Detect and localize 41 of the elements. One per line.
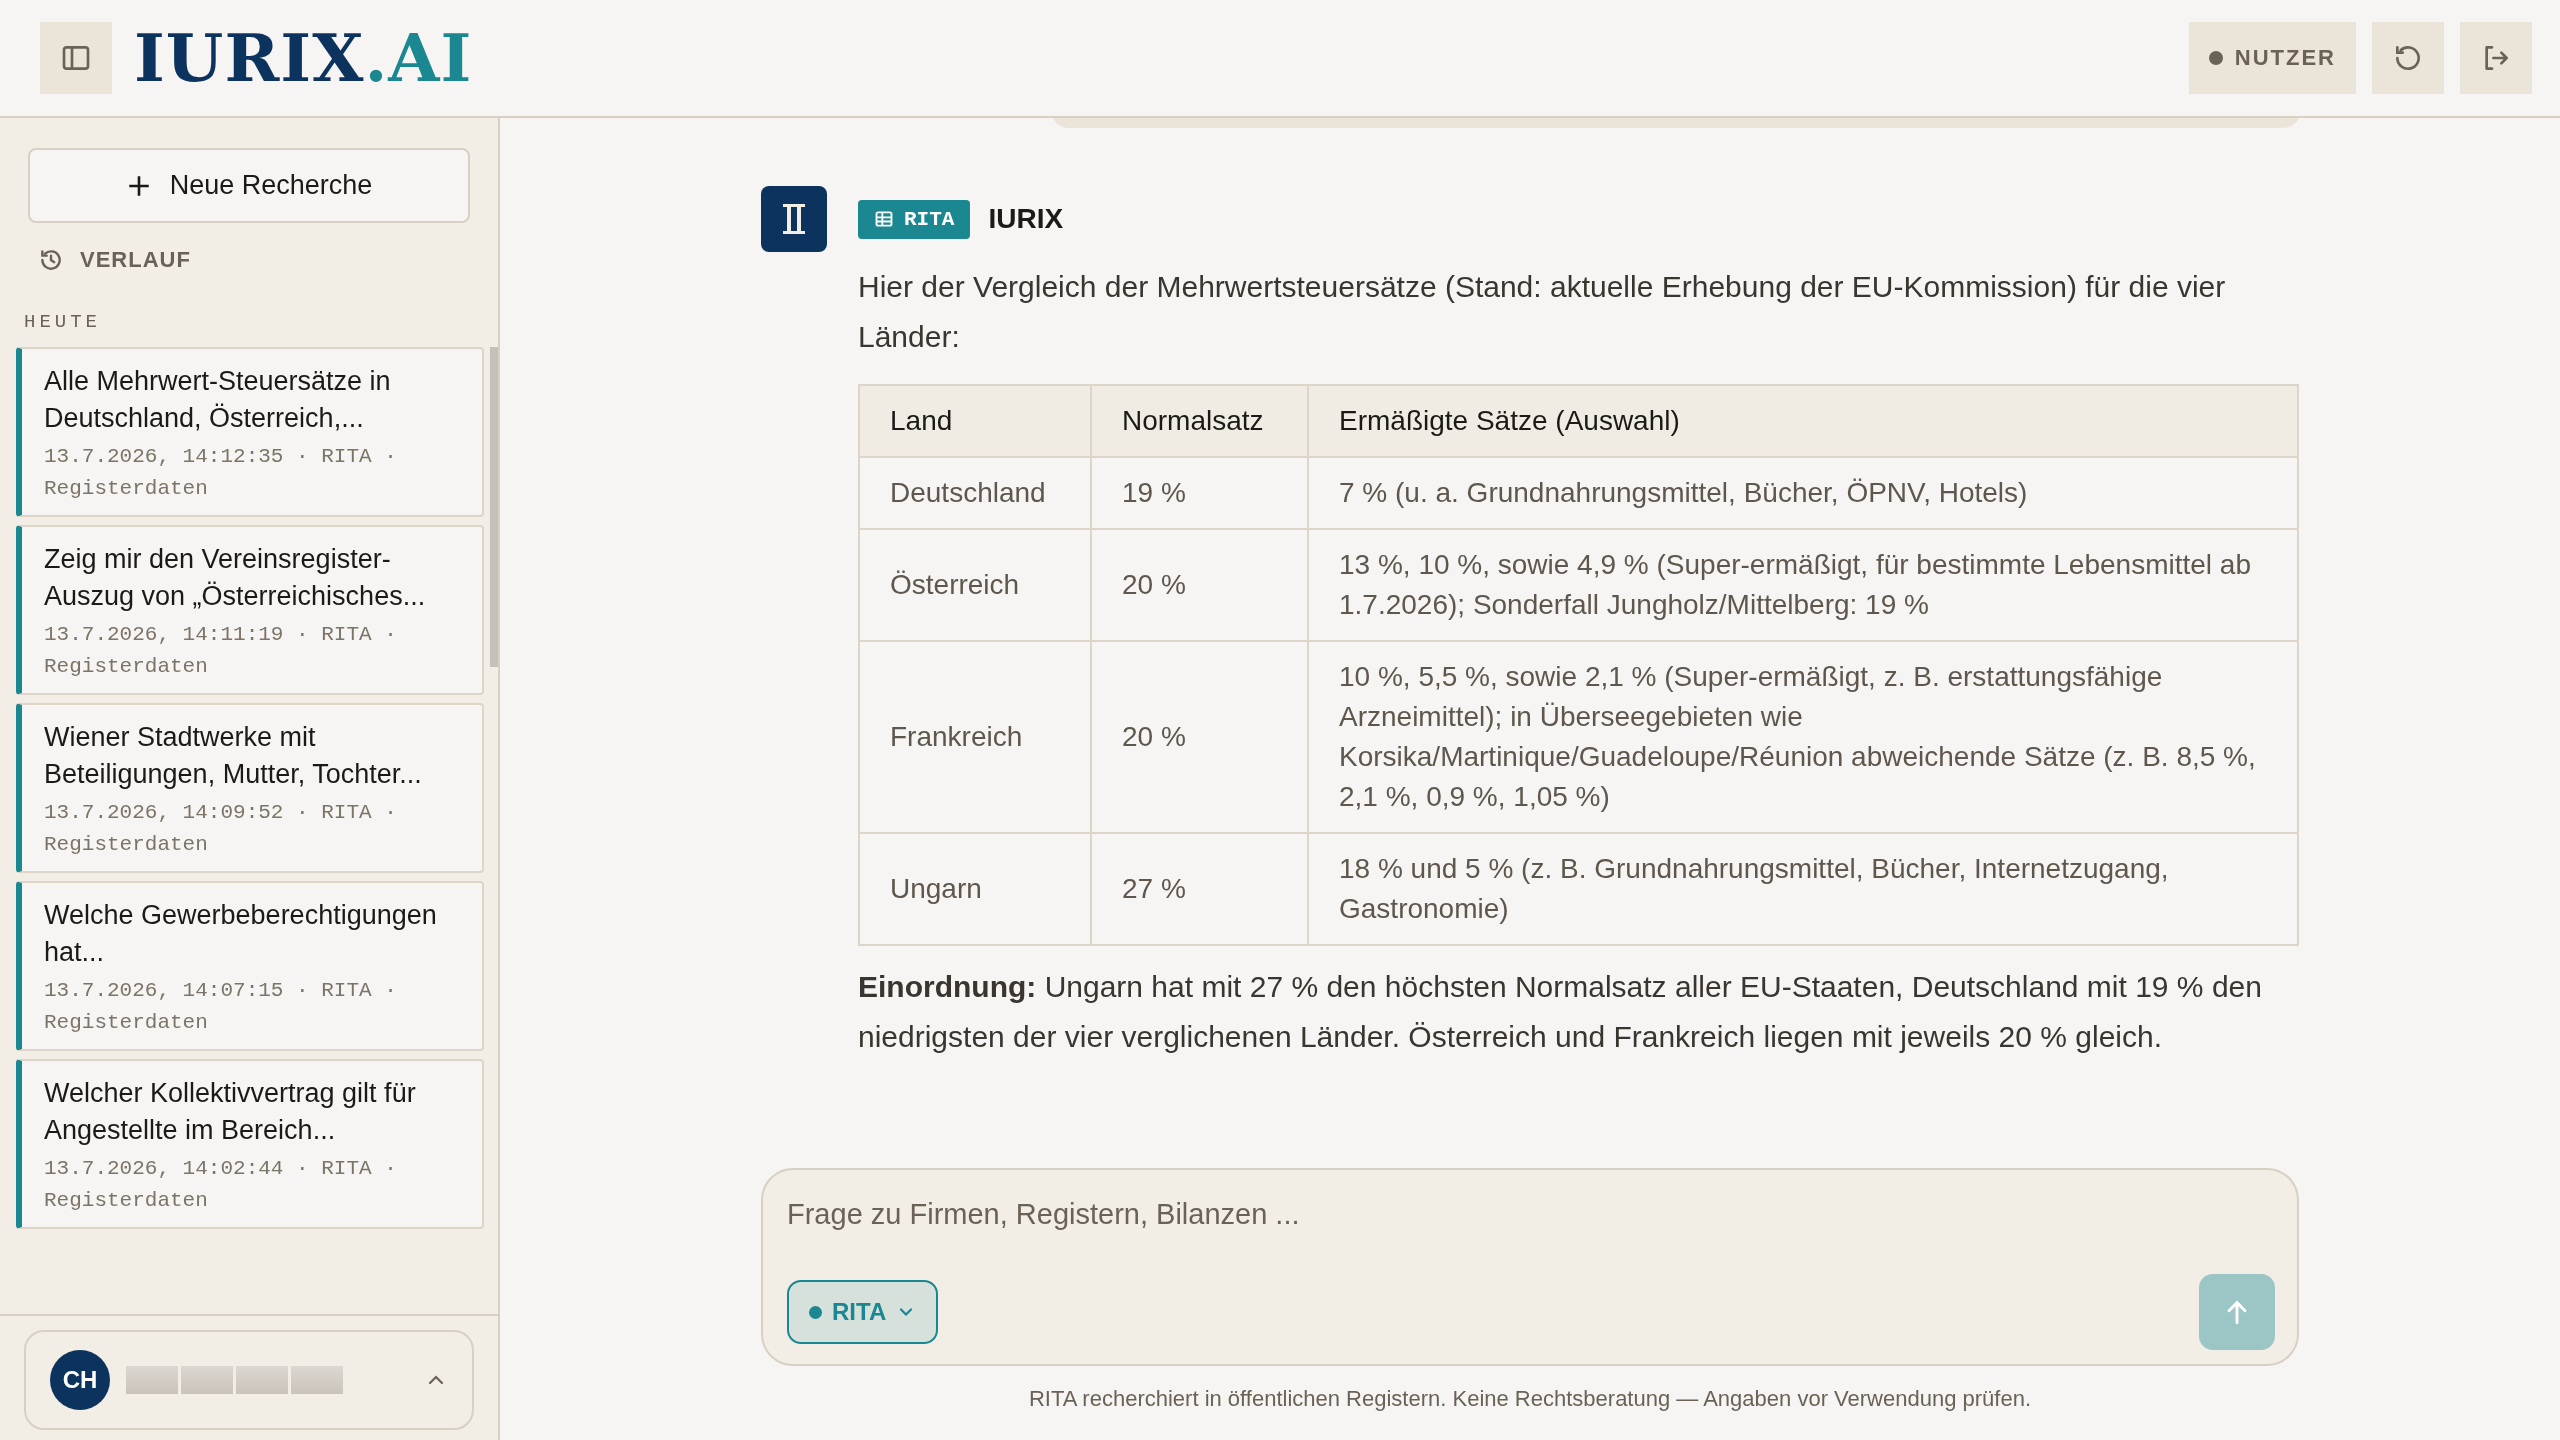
table-icon [874,209,894,229]
table-cell: Deutschland [859,457,1091,529]
group-label: HEUTE [24,311,102,333]
history-icon [38,247,64,273]
history-item[interactable]: Welche Gewerbeberechtigungen hat... 13.7.2026, 14:07:15 · RITA · Registerdaten [16,881,484,1051]
summary-text: Einordnung: Ungarn hat mit 27 % den höchsten Normalsatz aller EU-Staaten, Deutschland mit 19 % den niedrigsten der vier verglichenen Länder. Österreich und Frankreich liegen mit jeweils 20 % gleich. [858,969,2263,1055]
logo: IURIX.AI [134,25,473,91]
table-cell: 27 % [1091,833,1308,945]
disclaimer-text: RITA recherchiert in öffentlichen Registern. Keine Rechtsberatung — Angaben vor Verwendung prüfen. [1029,1385,2031,1413]
refresh-button[interactable] [2372,22,2444,94]
logout-button[interactable] [2460,22,2532,94]
column-header: Ermäßigte Sätze (Auswahl) [1308,385,2298,457]
column-header: Normalsatz [1091,385,1308,457]
table-cell: Österreich [859,529,1091,641]
message-text: Hier der Vergleich der Mehrwertsteuersätze (Stand: aktuelle Erhebung der EU-Kommission) für die vier Länder: [858,269,2227,355]
status-dot [2208,51,2223,65]
table-cell: 20 % [1091,529,1308,641]
table-cell: 10 %, 5,5 %, sowie 2,1 % (Super-ermäßigt, z. B. erstattungsfähige Arzneimittel); in Überseegebieten wie Korsika/Martinique/Guadeloupe/Réunion abweichende Sätze (z. B. 8,5 %, 2,1 %, 0,9 %, 1,05 %) [1308,641,2298,833]
sender-name: IURIX [988,203,1064,235]
table-cell: 20 % [1091,641,1308,833]
column-header: Land [859,385,1091,457]
pillar-avatar-icon [761,186,827,252]
history-item[interactable]: Alle Mehrwert-Steuersätze in Deutschland, Österreich,... 13.7.2026, 14:12:35 · RITA · Registerdaten [16,347,484,517]
user-menu[interactable]: CH [24,1330,474,1430]
agent-badge: RITA [858,199,971,239]
status-dot [809,1305,822,1319]
scrollbar-thumb[interactable] [490,347,498,667]
table-cell: Ungarn [859,833,1091,945]
history-item[interactable]: Zeig mir den Vereinsregister-Auszug von „Österreichisches... 13.7.2026, 14:11:19 · RITA · Registerdaten [16,525,484,695]
table-cell: 7 % (u. a. Grundnahrungsmittel, Bücher, ÖPNV, Hotels) [1308,457,2298,529]
role-badge: NUTZER [2188,22,2356,94]
table-cell: 13 %, 10 %, sowie 4,9 % (Super-ermäßigt, für bestimmte Lebensmittel ab 1.7.2026); Sonderfall Jungholz/Mittelberg: 19 % [1308,529,2298,641]
table-cell: Frankreich [859,641,1091,833]
history-item[interactable]: Welcher Kollektivvertrag gilt für Angestellte im Bereich... 13.7.2026, 14:02:44 · RITA · Registerdaten [16,1059,484,1229]
history-item[interactable]: Wiener Stadtwerke mit Beteiligungen, Mutter, Tochter... 13.7.2026, 14:09:52 · RITA · Registerdaten [16,703,484,873]
user-avatar: CH [50,1350,110,1410]
table-cell: 18 % und 5 % (z. B. Grundnahrungsmittel, Bücher, Internetzugang, Gastronomie) [1308,833,2298,945]
table-cell: 19 % [1091,457,1308,529]
history-label: VERLAUF [80,247,191,273]
new-research-button[interactable]: Neue Recherche [28,148,470,223]
sidebar-toggle-button[interactable] [40,22,112,94]
